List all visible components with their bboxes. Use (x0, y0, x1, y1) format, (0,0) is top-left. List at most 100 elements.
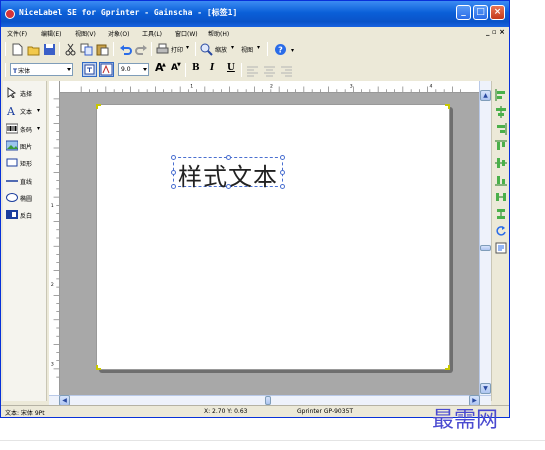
undo-icon[interactable] (119, 43, 132, 56)
zoom-icon[interactable] (200, 43, 213, 56)
resize-handle-left[interactable] (171, 170, 176, 175)
align-horizontal-center-icon[interactable] (495, 106, 507, 118)
vertical-scrollbar[interactable]: ▲ ▼ (479, 81, 491, 395)
distribute-vertical-icon[interactable] (495, 208, 507, 220)
menu-file[interactable]: 文件(F) (7, 29, 27, 38)
view-button-label[interactable]: 视图 (241, 45, 253, 54)
font-scale-toggle-button[interactable] (99, 62, 114, 77)
help-icon[interactable]: ? (274, 43, 287, 56)
tool-ellipse[interactable]: 椭圆 (6, 192, 44, 205)
app-window: NiceLabel SE for Gprinter - Gainscha - [… (0, 0, 510, 418)
distribute-horizontal-icon[interactable] (495, 191, 507, 203)
ellipse-icon (6, 193, 18, 202)
paste-icon[interactable] (96, 43, 109, 56)
zoom-button-label[interactable]: 缩放 (215, 45, 227, 54)
document-window-controls[interactable]: _ ▫ × (486, 28, 505, 36)
resize-handle-top-left[interactable] (171, 155, 176, 160)
tool-select[interactable]: 选择 (6, 87, 44, 100)
tool-text[interactable]: A 文本 ▾ (6, 105, 44, 118)
tool-picture-label: 图片 (20, 144, 33, 151)
maximize-button[interactable]: □ (473, 5, 488, 20)
tool-text-dropdown-arrow[interactable]: ▾ (37, 107, 40, 114)
close-button[interactable]: × (490, 5, 505, 20)
menu-edit[interactable]: 编辑(E) (41, 29, 61, 38)
print-dropdown-arrow[interactable]: ▾ (186, 44, 189, 51)
print-button-label[interactable]: 打印 (171, 45, 183, 54)
horizontal-scroll-thumb[interactable] (265, 396, 271, 405)
align-right-edges-icon[interactable] (495, 123, 507, 135)
copy-icon[interactable] (80, 43, 93, 56)
scroll-up-button[interactable]: ▲ (480, 90, 491, 101)
resize-handle-bottom-left[interactable] (171, 184, 176, 189)
redo-icon[interactable] (135, 43, 148, 56)
label-corner-marker (445, 365, 450, 370)
title-bar[interactable]: NiceLabel SE for Gprinter - Gainscha - [… (1, 1, 509, 27)
font-size-select[interactable]: 9.0 (118, 63, 149, 76)
toolbar-separator (267, 42, 268, 56)
font-size-value: 9.0 (121, 66, 131, 73)
svg-text:A: A (6, 105, 16, 116)
resize-handle-bottom-right[interactable] (280, 184, 285, 189)
resize-handle-right[interactable] (280, 170, 285, 175)
properties-icon[interactable] (495, 242, 507, 254)
zoom-dropdown-arrow[interactable]: ▾ (231, 44, 234, 51)
italic-button[interactable]: I (210, 63, 214, 73)
vertical-ruler-mark: 1 (51, 203, 54, 209)
label-page[interactable]: 样式文本 (96, 104, 450, 370)
align-vertical-center-icon[interactable] (495, 157, 507, 169)
rectangle-icon (6, 158, 18, 167)
new-document-icon[interactable] (11, 43, 24, 56)
vertical-scroll-thumb[interactable] (480, 245, 491, 251)
line-icon (6, 180, 18, 182)
tool-line[interactable]: 直线 (6, 175, 44, 188)
align-bottom-edges-icon[interactable] (495, 174, 507, 186)
bold-button[interactable]: B (192, 63, 200, 73)
menu-window[interactable]: 窗口(W) (175, 29, 198, 38)
resize-handle-top[interactable] (226, 155, 231, 160)
align-center-icon[interactable] (263, 64, 276, 77)
tool-barcode-dropdown-arrow[interactable]: ▾ (37, 125, 40, 132)
toolbar-grip (5, 63, 6, 77)
rotate-icon[interactable] (495, 225, 507, 237)
resize-handle-bottom[interactable] (226, 184, 231, 189)
horizontal-ruler-mark: 3 (350, 83, 353, 89)
font-type-icon: T (13, 68, 18, 75)
open-folder-icon[interactable] (27, 43, 40, 56)
menu-tools[interactable]: 工具(L) (142, 29, 162, 38)
toolbar-overflow-icon[interactable]: ▾ (291, 47, 294, 54)
align-left-edges-icon[interactable] (495, 89, 507, 101)
printer-icon[interactable] (156, 43, 169, 56)
chevron-down-icon (67, 68, 71, 71)
menu-object[interactable]: 对象(O) (108, 29, 129, 38)
text-object-selection[interactable]: 样式文本 (171, 155, 285, 191)
menu-help[interactable]: 帮助(H) (208, 29, 229, 38)
view-dropdown-arrow[interactable]: ▾ (257, 44, 260, 51)
tool-picture[interactable]: 图片 (6, 140, 44, 153)
tool-inverse[interactable]: 反白 (6, 209, 44, 222)
tool-panel: 选择 A 文本 ▾ 条码 ▾ 图片 矩形 直线 椭圆 反白 (3, 81, 47, 401)
text-frame-toggle-button[interactable] (82, 62, 97, 77)
label-corner-marker (96, 365, 101, 370)
align-right-icon[interactable] (280, 64, 293, 77)
app-icon (5, 9, 15, 19)
cut-icon[interactable] (64, 43, 77, 56)
toolbar-grip (5, 42, 6, 56)
picture-icon (6, 140, 18, 151)
save-icon[interactable] (43, 43, 56, 56)
tool-barcode[interactable]: 条码 ▾ (6, 123, 44, 136)
shrink-font-arrow: ▼ (177, 62, 181, 68)
tool-barcode-label: 条码 (20, 127, 33, 134)
align-left-icon[interactable] (246, 64, 259, 77)
align-top-edges-icon[interactable] (495, 140, 507, 152)
design-canvas[interactable]: 样式文本 (60, 93, 479, 395)
font-name-select[interactable]: T宋体 (10, 63, 73, 76)
resize-handle-top-right[interactable] (280, 155, 285, 160)
scroll-down-button[interactable]: ▼ (480, 383, 491, 394)
underline-button[interactable]: U (227, 63, 235, 73)
status-printer: Gprinter GP-9035T (297, 408, 354, 415)
menu-view[interactable]: 视图(V) (75, 29, 96, 38)
minimize-button[interactable]: _ (456, 5, 471, 20)
pointer-icon (7, 87, 17, 98)
tool-rectangle[interactable]: 矩形 (6, 157, 44, 170)
horizontal-scrollbar[interactable]: ◀ ▶ (49, 395, 491, 406)
